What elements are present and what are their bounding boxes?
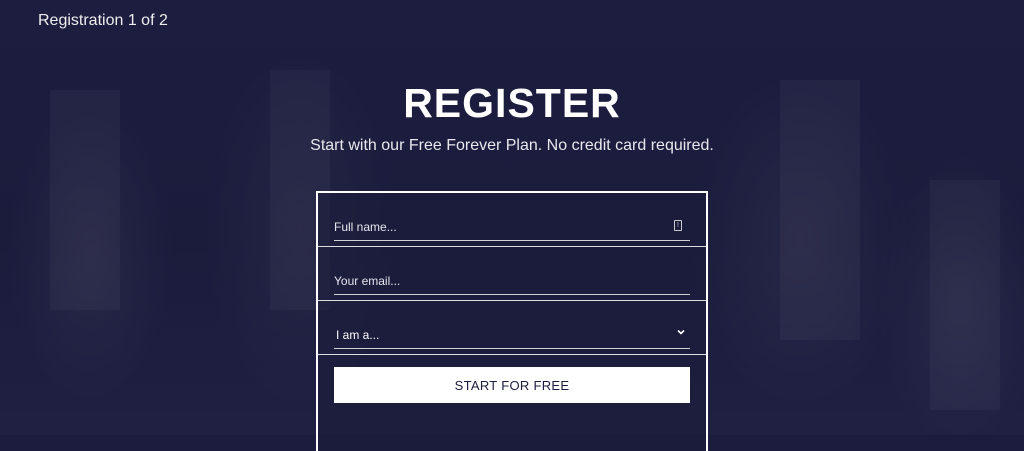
submit-row: START FOR FREE	[318, 355, 706, 419]
role-select-value[interactable]: I am a...	[334, 323, 690, 347]
contact-card-icon: !	[674, 220, 682, 231]
page-subtitle: Start with our Free Forever Plan. No cre…	[310, 137, 714, 154]
registration-form: ! I am a... START FOR FREE	[316, 191, 708, 451]
start-for-free-button[interactable]: START FOR FREE	[334, 367, 690, 403]
full-name-field-wrapper: !	[334, 215, 690, 241]
role-row: I am a...	[318, 301, 706, 355]
full-name-input[interactable]	[334, 215, 690, 239]
chevron-down-icon	[677, 329, 685, 335]
full-name-row: !	[318, 193, 706, 247]
background-figure	[930, 180, 1000, 410]
email-row	[318, 247, 706, 301]
email-input[interactable]	[334, 269, 690, 293]
role-select[interactable]: I am a...	[334, 323, 690, 349]
email-field-wrapper	[334, 269, 690, 295]
registration-step-indicator: Registration 1 of 2	[38, 12, 168, 29]
page-title: REGISTER	[403, 80, 621, 126]
